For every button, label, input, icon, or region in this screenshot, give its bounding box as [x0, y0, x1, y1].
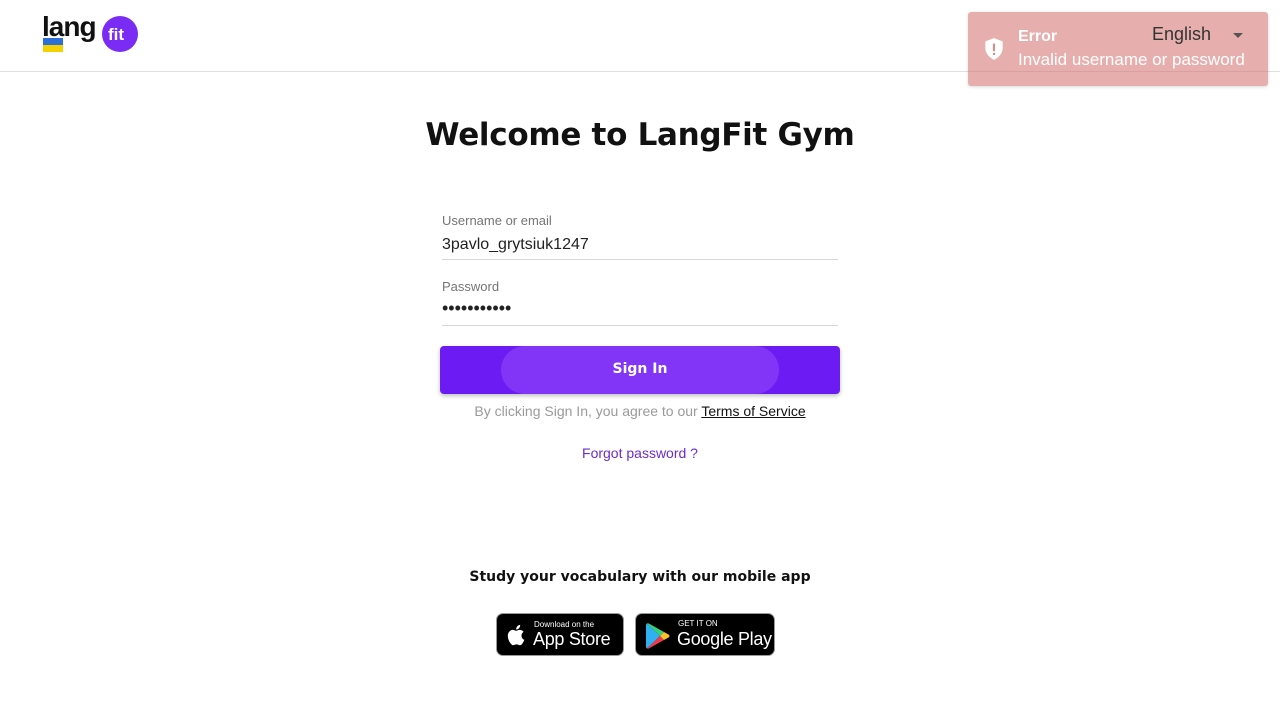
page-title: Welcome to LangFit Gym [425, 117, 855, 153]
google-play-big-text: Google Play [677, 629, 772, 649]
ukraine-flag-icon [43, 38, 63, 52]
google-play-small-text: GET IT ON [678, 619, 718, 628]
langfit-logo[interactable]: lang fit [42, 12, 142, 56]
username-label: Username or email [442, 213, 552, 228]
password-label: Password [442, 279, 500, 294]
language-value: English [1152, 24, 1212, 44]
terms-of-service-link[interactable]: Terms of Service [701, 403, 805, 419]
apple-icon [507, 624, 525, 646]
app-store-small-text: Download on the [534, 620, 595, 629]
app-store-badge[interactable]: Download on the App Store [496, 613, 624, 656]
chevron-down-icon[interactable] [1233, 33, 1243, 38]
terms-notice: By clicking Sign In, you agree to our Te… [0, 403, 1280, 419]
google-play-icon [646, 623, 670, 649]
forgot-password-link[interactable]: Forgot password ? [0, 445, 1280, 461]
toast-message: Invalid username or password [1018, 50, 1245, 69]
google-play-badge[interactable]: GET IT ON Google Play [635, 613, 775, 656]
toast-title: Error [1018, 28, 1058, 45]
username-field[interactable]: Username or email [442, 212, 838, 260]
terms-prefix: By clicking Sign In, you agree to our [474, 403, 702, 419]
password-input[interactable]: ••••••••••• [442, 298, 838, 320]
mobile-app-promo-text: Study your vocabulary with our mobile ap… [469, 569, 811, 585]
app-store-big-text: App Store [533, 629, 611, 649]
sign-in-button[interactable]: Sign In [440, 346, 840, 394]
shield-alert-icon [985, 38, 1003, 60]
username-input[interactable] [442, 234, 838, 256]
password-field[interactable]: Password ••••••••••• [442, 278, 838, 326]
sign-in-label: Sign In [612, 361, 668, 377]
logo-fit-text: fit [108, 25, 125, 44]
